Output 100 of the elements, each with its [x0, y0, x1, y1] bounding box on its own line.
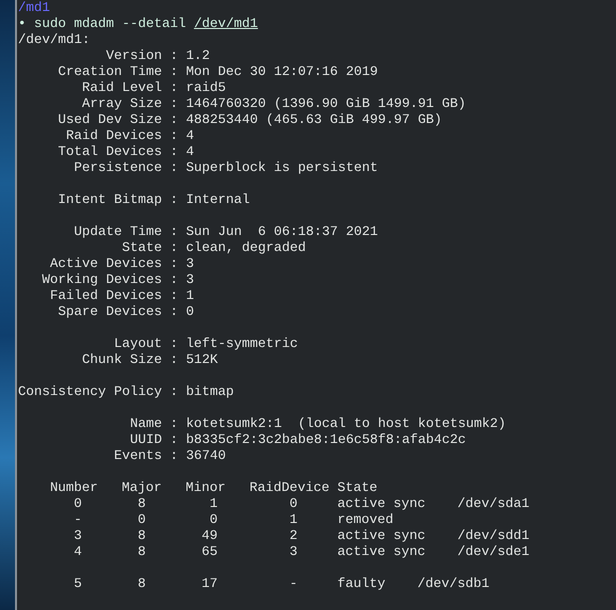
directory-path: /md1 [18, 1, 50, 17]
colon-separator: : [170, 273, 178, 289]
colon-separator: : [170, 161, 178, 177]
field-label: Layout [114, 337, 162, 353]
colon-separator: : [170, 49, 178, 65]
field-label: Spare Devices [58, 305, 162, 321]
table-cell: 8 [138, 577, 146, 593]
colon-separator: : [170, 65, 178, 81]
table-cell: 1 [289, 513, 298, 529]
device-cell: /dev/sdb1 [417, 577, 490, 593]
state-cell: active sync [337, 545, 426, 561]
field-value: 36740 [186, 449, 226, 465]
field-value: b8335cf2:3c2babe8:1e6c58f8:afab4c2c [186, 433, 466, 449]
field-value: Mon Dec 30 12:07:16 2019 [186, 65, 378, 81]
field-label: Update Time [74, 225, 162, 241]
state-cell: removed [337, 513, 394, 529]
device-cell: /dev/sdd1 [457, 529, 530, 545]
column-header: Minor [186, 481, 226, 497]
colon-separator: : [170, 449, 178, 465]
field-label: Version [106, 49, 162, 65]
colon-separator: : [170, 81, 178, 97]
device-cell: /dev/sde1 [457, 545, 530, 561]
command-text: sudo mdadm --detail [34, 17, 186, 33]
field-value: clean, degraded [186, 241, 306, 257]
field-label: Events [114, 449, 162, 465]
field-label: Array Size [82, 97, 162, 113]
table-cell: 8 [138, 545, 146, 561]
column-header: RaidDevice [250, 481, 330, 497]
colon-separator: : [170, 97, 178, 113]
table-cell: - [289, 577, 298, 593]
table-cell: 0 [74, 497, 82, 513]
table-cell: 2 [289, 529, 298, 545]
field-value: 3 [186, 273, 194, 289]
table-cell: 4 [74, 545, 82, 561]
field-value: Sun Jun 6 06:18:37 2021 [186, 225, 378, 241]
state-cell: faulty [337, 577, 386, 593]
field-label: Chunk Size [82, 353, 162, 369]
table-cell: 17 [202, 577, 218, 593]
field-value: 1.2 [186, 49, 210, 65]
field-label: Creation Time [58, 65, 162, 81]
field-value: 1464760320 (1396.90 GiB 1499.91 GB) [186, 97, 466, 113]
column-header: Major [122, 481, 162, 497]
table-cell: 8 [138, 497, 146, 513]
table-cell: 1 [210, 497, 218, 513]
field-label: State [122, 241, 162, 257]
field-value: 4 [186, 129, 194, 145]
state-cell: active sync [337, 529, 426, 545]
state-cell: active sync [337, 497, 426, 513]
table-cell: 5 [74, 577, 82, 593]
field-label: UUID [130, 433, 162, 449]
field-value: Superblock is persistent [186, 161, 378, 177]
device-cell: /dev/sda1 [457, 497, 530, 513]
field-value: raid5 [186, 81, 226, 97]
field-value: bitmap [186, 385, 234, 401]
field-label: Raid Level [82, 81, 162, 97]
colon-separator: : [170, 417, 178, 433]
field-value: 4 [186, 145, 194, 161]
device-heading: /dev/md1: [18, 33, 90, 49]
field-value: 3 [186, 257, 194, 273]
field-label: Working Devices [42, 273, 162, 289]
field-value: Internal [186, 193, 250, 209]
colon-separator: : [170, 145, 178, 161]
colon-separator: : [170, 129, 178, 145]
colon-separator: : [170, 193, 178, 209]
field-value: 0 [186, 305, 194, 321]
column-header: State [337, 481, 378, 497]
colon-separator: : [170, 385, 178, 401]
table-cell: - [74, 513, 82, 529]
field-label: Consistency Policy [18, 385, 162, 401]
colon-separator: : [170, 225, 178, 241]
field-value: 512K [186, 353, 218, 369]
command-argument: /dev/md1 [194, 17, 258, 33]
colon-separator: : [170, 113, 178, 129]
table-cell: 3 [74, 529, 82, 545]
field-label: Active Devices [50, 257, 162, 273]
field-label: Name [130, 417, 162, 433]
colon-separator: : [170, 337, 178, 353]
table-cell: 0 [289, 497, 298, 513]
prompt-marker: • [18, 17, 26, 33]
field-label: Intent Bitmap [58, 193, 162, 209]
table-cell: 3 [289, 545, 298, 561]
colon-separator: : [170, 257, 178, 273]
colon-separator: : [170, 305, 178, 321]
field-value: 1 [186, 289, 194, 305]
colon-separator: : [170, 353, 178, 369]
table-cell: 8 [138, 529, 146, 545]
field-label: Used Dev Size [58, 113, 162, 129]
field-value: 488253440 (465.63 GiB 499.97 GB) [186, 113, 442, 129]
field-label: Persistence [74, 161, 162, 177]
table-cell: 65 [202, 545, 218, 561]
colon-separator: : [170, 433, 178, 449]
table-cell: 0 [210, 513, 218, 529]
field-label: Total Devices [58, 145, 162, 161]
column-header: Number [50, 481, 98, 497]
colon-separator: : [170, 241, 178, 257]
field-label: Raid Devices [66, 129, 162, 145]
table-cell: 0 [138, 513, 146, 529]
table-cell: 49 [202, 529, 218, 545]
colon-separator: : [170, 289, 178, 305]
field-label: Failed Devices [50, 289, 162, 305]
